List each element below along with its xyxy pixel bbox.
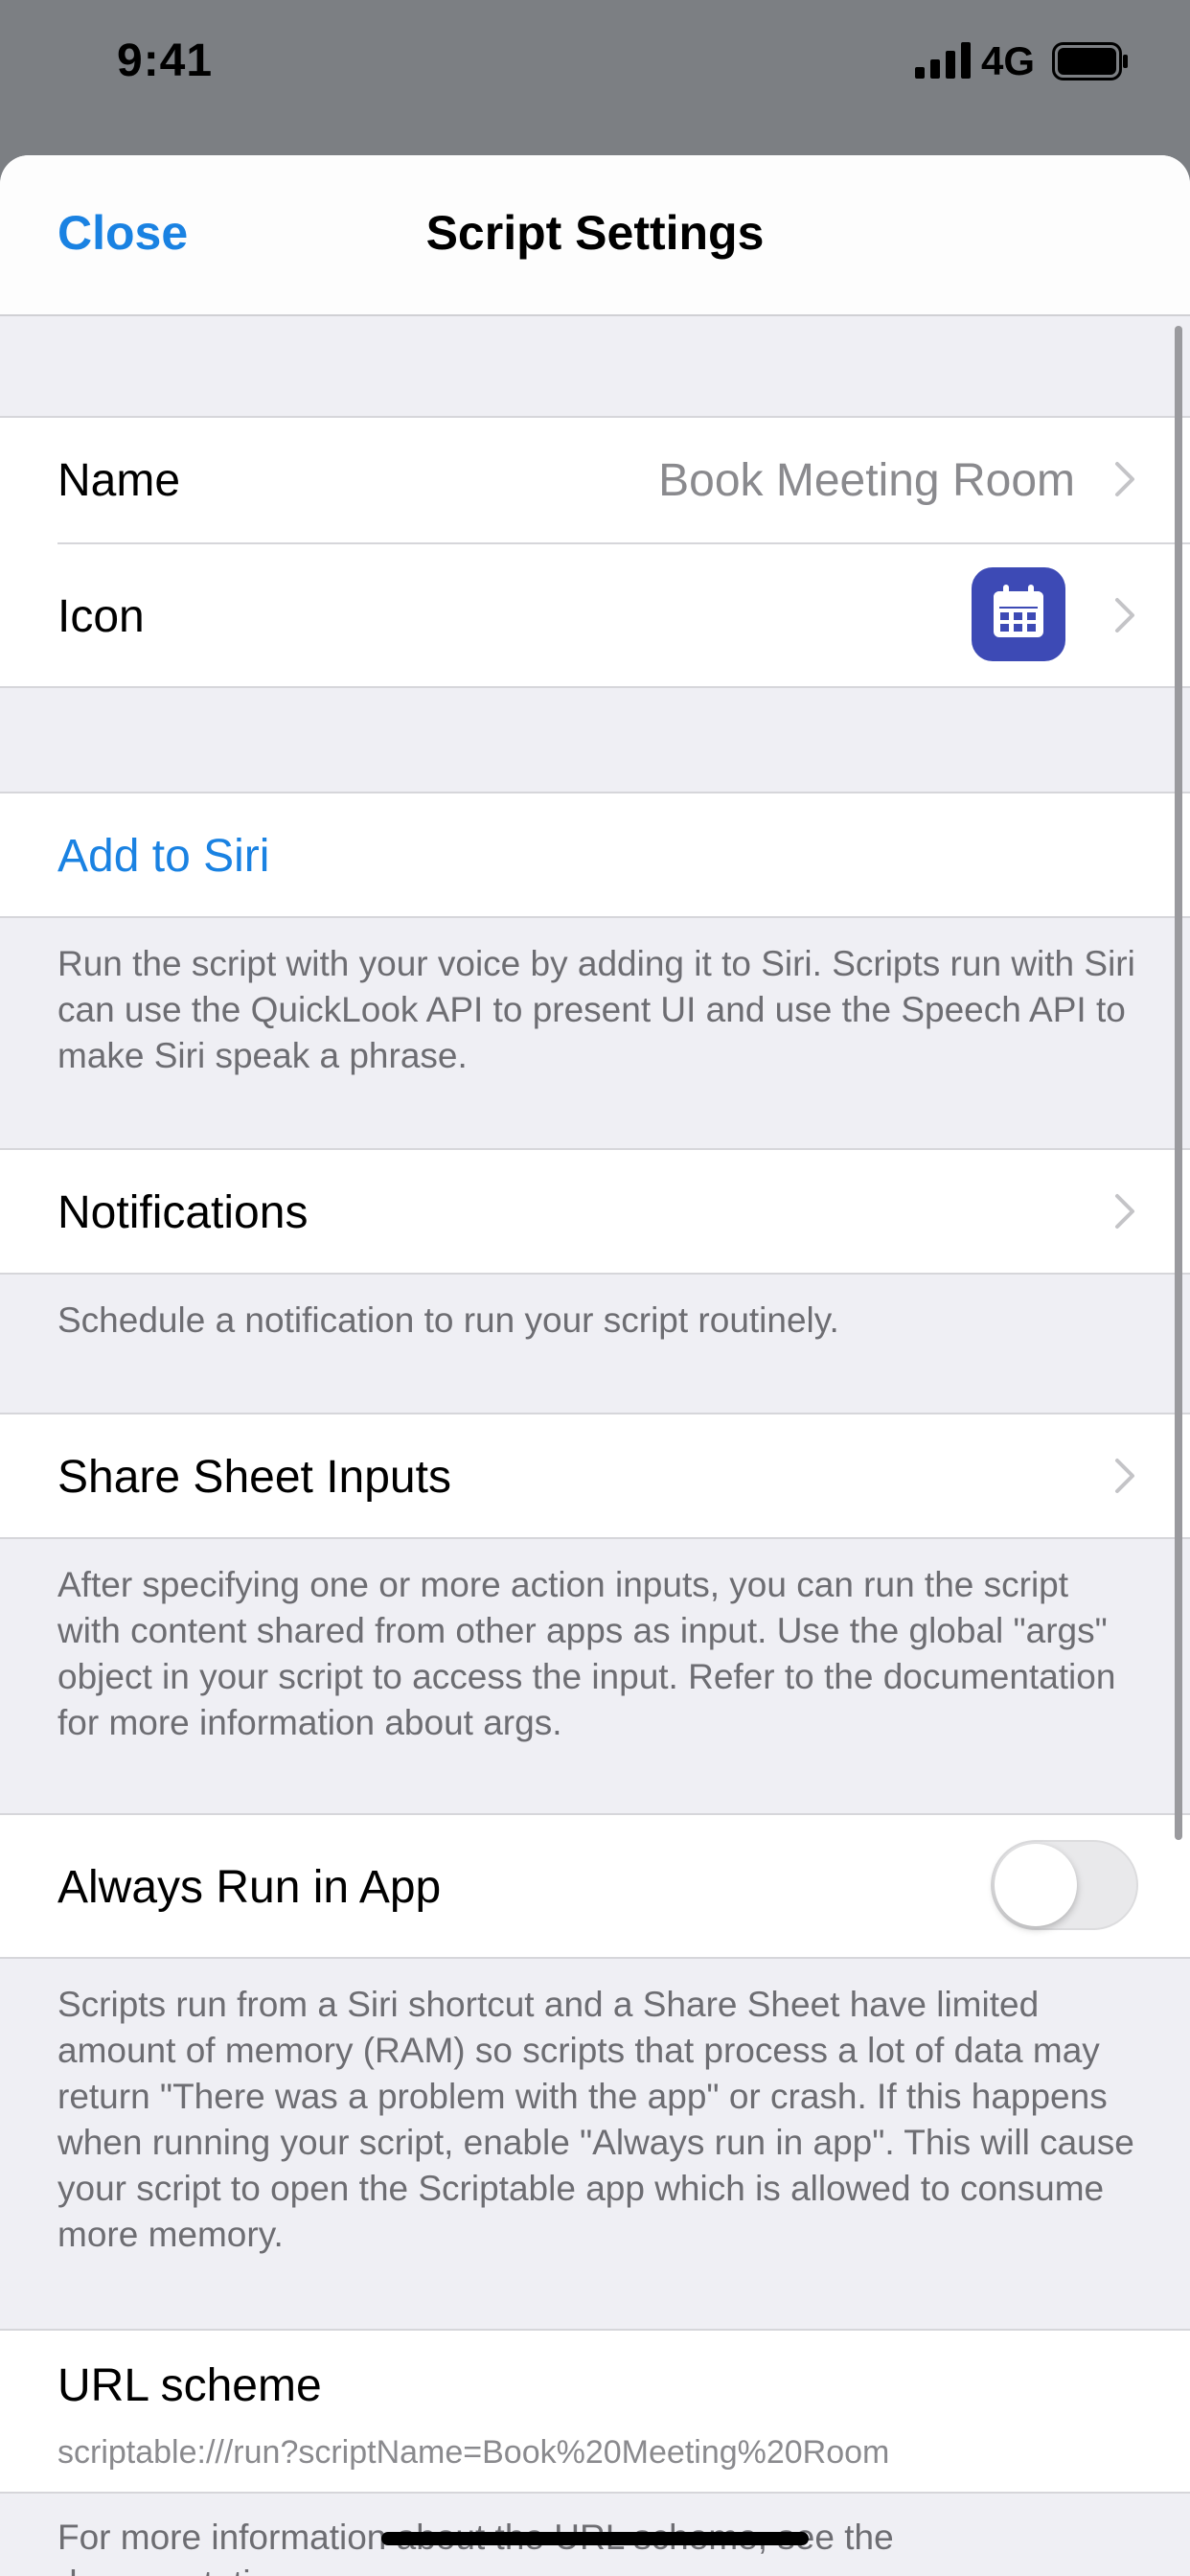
- close-button[interactable]: Close: [57, 205, 188, 261]
- siri-group: Add to Siri: [0, 792, 1190, 918]
- share-sheet-inputs-row[interactable]: Share Sheet Inputs: [0, 1414, 1190, 1539]
- status-bar: 9:41 4G: [0, 0, 1190, 153]
- status-time: 9:41: [117, 35, 214, 86]
- chevron-right-icon: [1115, 1194, 1134, 1229]
- home-indicator[interactable]: [381, 2532, 809, 2545]
- chevron-right-icon: [1115, 462, 1134, 496]
- script-settings-sheet: Script Settings Close Name Book Meeting …: [0, 155, 1190, 2576]
- script-calendar-icon: [972, 567, 1065, 661]
- chevron-right-icon: [1115, 1459, 1134, 1493]
- always-run-toggle[interactable]: [991, 1840, 1138, 1930]
- url-scheme-group: URL scheme scriptable:///run?scriptName=…: [0, 2329, 1190, 2494]
- url-scheme-label: URL scheme: [57, 2360, 322, 2411]
- name-label: Name: [57, 455, 181, 506]
- notifications-group: Notifications: [0, 1148, 1190, 1275]
- navigation-bar: Script Settings Close: [0, 155, 1190, 316]
- url-scheme-value[interactable]: scriptable:///run?scriptName=Book%20Meet…: [57, 2434, 889, 2472]
- network-type: 4G: [981, 38, 1036, 83]
- name-value: Book Meeting Room: [658, 455, 1075, 506]
- share-sheet-group: Share Sheet Inputs: [0, 1413, 1190, 1539]
- icon-label: Icon: [57, 591, 145, 642]
- name-row[interactable]: Name Book Meeting Room: [0, 418, 1190, 542]
- always-run-footer: Scripts run from a Siri shortcut and a S…: [57, 1985, 1134, 2254]
- always-run-group: Always Run in App: [0, 1813, 1190, 1959]
- toggle-knob: [995, 1844, 1077, 1926]
- battery-icon: [1052, 42, 1128, 80]
- chevron-right-icon: [1115, 598, 1134, 632]
- share-sheet-footer: After specifying one or more action inpu…: [57, 1565, 1116, 1742]
- icon-row[interactable]: Icon: [0, 544, 1190, 688]
- notifications-row[interactable]: Notifications: [0, 1150, 1190, 1275]
- notifications-label: Notifications: [57, 1187, 309, 1238]
- always-run-row: Always Run in App: [0, 1815, 1190, 1959]
- siri-footer: Run the script with your voice by adding…: [57, 944, 1135, 1075]
- add-to-siri-button[interactable]: Add to Siri: [57, 830, 269, 883]
- calendar-icon: [994, 585, 1043, 637]
- always-run-label: Always Run in App: [57, 1862, 442, 1913]
- share-sheet-inputs-label: Share Sheet Inputs: [57, 1452, 451, 1503]
- url-scheme-footer: For more information about the URL schem…: [57, 2518, 894, 2576]
- signal-bars-icon: [915, 42, 971, 79]
- notifications-footer: Schedule a notification to run your scri…: [57, 1300, 839, 1340]
- general-group: Name Book Meeting Room Icon: [0, 416, 1190, 688]
- scroll-indicator[interactable]: [1175, 326, 1182, 1840]
